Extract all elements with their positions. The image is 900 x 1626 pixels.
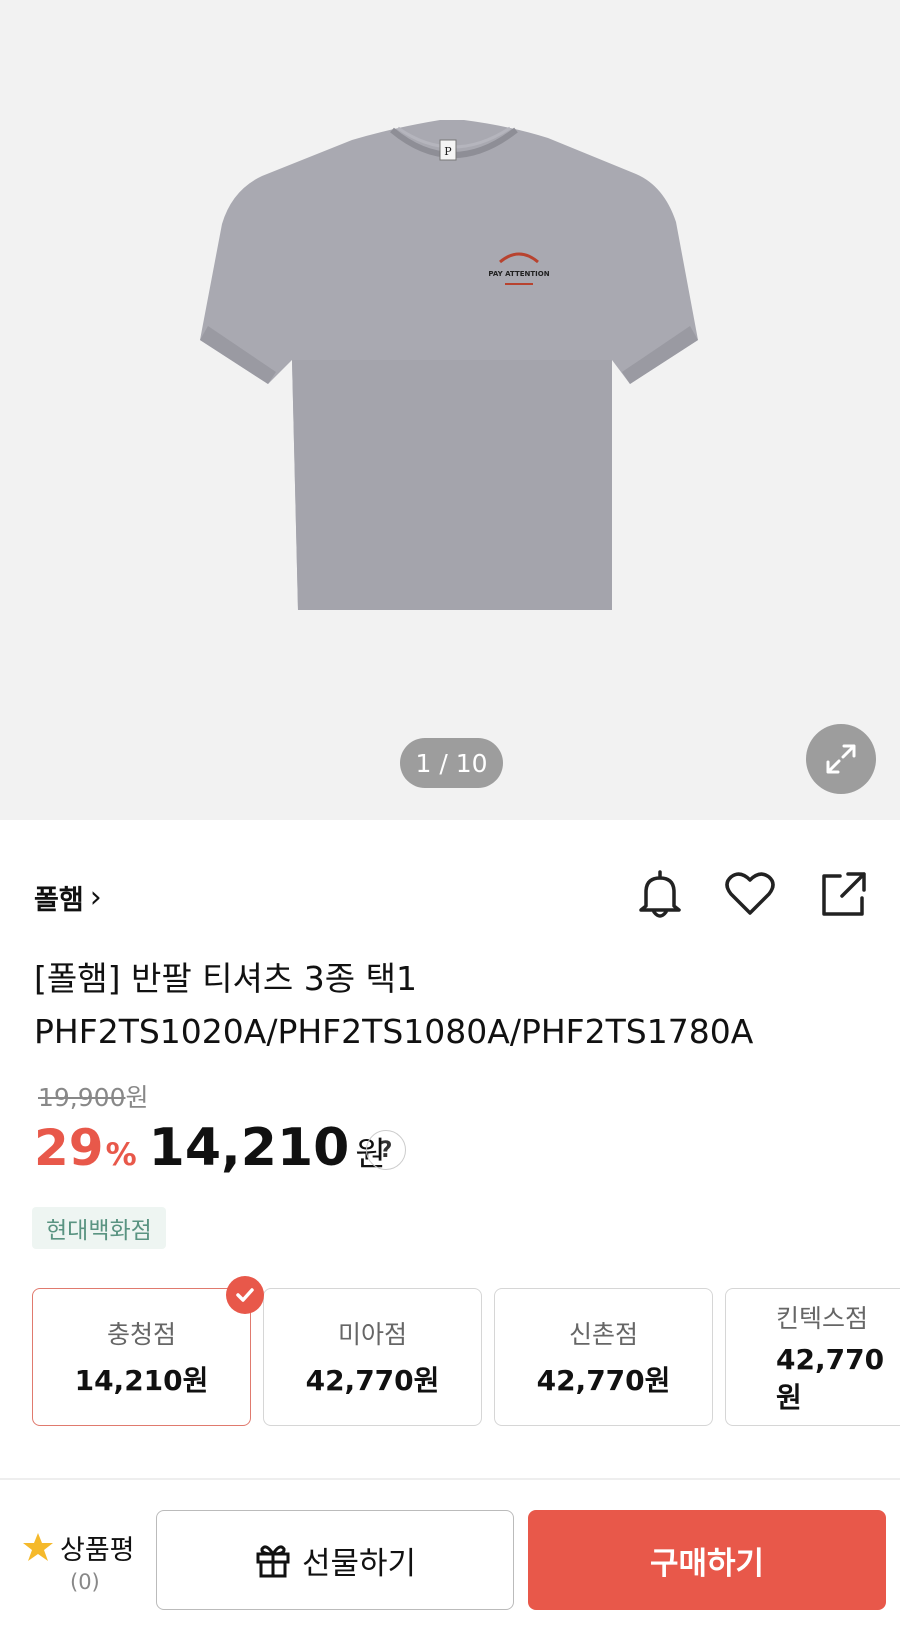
image-pager: 1 / 10: [400, 738, 503, 788]
chevron-right-icon: ›: [89, 880, 102, 915]
share-button[interactable]: [816, 866, 872, 922]
store-price: 42,770원: [305, 1364, 440, 1397]
sale-price-row: 29 % 14,210 원: [34, 1118, 386, 1178]
price-help-button[interactable]: ?: [366, 1130, 406, 1170]
bell-icon: [639, 870, 681, 918]
product-title: [폴햄] 반팔 티셔츠 3종 택1 PHF2TS1020A/PHF2TS1080…: [34, 959, 754, 1051]
chest-print-text: PAY ATTENTION: [488, 270, 549, 278]
original-price-unit: 원: [125, 1083, 149, 1112]
original-price: 19,900 원: [38, 1078, 149, 1114]
expand-image-button[interactable]: [806, 724, 876, 794]
store-option-chungcheong[interactable]: 충청점 14,210원: [32, 1288, 251, 1426]
store-option-mia[interactable]: 미아점 42,770원: [263, 1288, 482, 1426]
store-name: 미아점: [337, 1320, 407, 1349]
star-icon: [23, 1533, 53, 1561]
discount-unit: %: [105, 1137, 137, 1173]
review-label: 상품평: [60, 1535, 135, 1566]
brand-name: 폴햄: [34, 885, 84, 916]
store-options: 충청점 14,210원 미아점 42,770원 신촌점 42,770원 킨텍스점…: [32, 1288, 900, 1426]
restock-alert-button[interactable]: [632, 866, 688, 922]
sale-price: 14,210: [148, 1118, 350, 1178]
selected-check: [226, 1276, 264, 1314]
divider: [0, 1478, 900, 1480]
gift-icon: [256, 1545, 290, 1578]
original-price-value: 19,900: [38, 1083, 126, 1112]
store-option-kintex[interactable]: 킨텍스점 42,770원: [725, 1288, 900, 1426]
product-image: P PAY ATTENTION: [200, 120, 698, 610]
review-count: (0): [70, 1570, 100, 1594]
store-name: 킨텍스점: [776, 1303, 869, 1333]
store-price: 42,770원: [776, 1342, 885, 1414]
product-image-gallery[interactable]: P PAY ATTENTION 1 / 10: [0, 0, 900, 820]
gift-button[interactable]: 선물하기: [156, 1510, 514, 1610]
gift-label: 선물하기: [301, 1545, 417, 1582]
store-name: 신촌점: [568, 1320, 638, 1349]
store-option-sinchon[interactable]: 신촌점 42,770원: [494, 1288, 713, 1426]
store-badge: 현대백화점: [32, 1207, 166, 1249]
review-button[interactable]: 상품평 (0): [22, 1528, 152, 1598]
brand-link[interactable]: 폴햄 ›: [34, 878, 102, 917]
expand-icon: [826, 744, 856, 774]
store-name: 충청점: [106, 1320, 176, 1349]
check-icon: [236, 1288, 254, 1302]
share-icon: [822, 872, 866, 916]
store-price: 14,210원: [74, 1364, 209, 1397]
buy-button[interactable]: 구매하기: [528, 1510, 886, 1610]
neck-tag-logo: P: [444, 145, 452, 158]
discount-rate: 29: [34, 1119, 104, 1177]
store-price: 42,770원: [536, 1364, 671, 1397]
heart-icon: [725, 872, 775, 915]
wishlist-button[interactable]: [722, 866, 778, 922]
